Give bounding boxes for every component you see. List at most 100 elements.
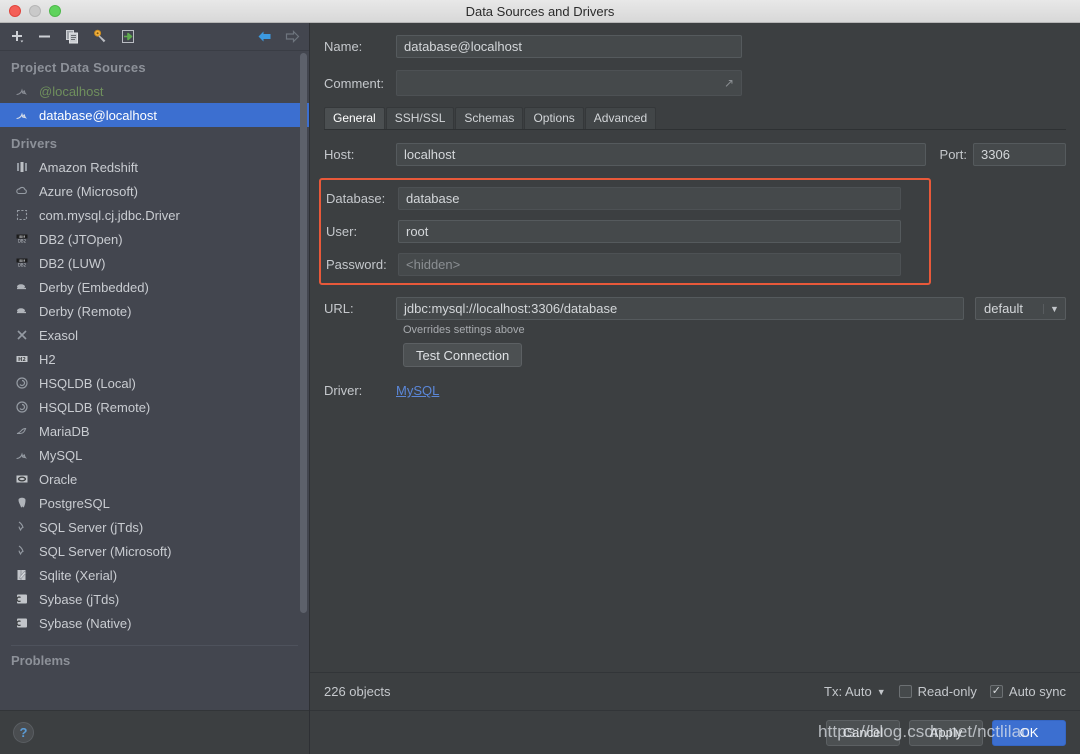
- overrides-note: Overrides settings above: [403, 324, 525, 336]
- driver-label: Amazon Redshift: [39, 159, 138, 175]
- name-label: Name:: [324, 39, 363, 54]
- database-input[interactable]: database: [398, 187, 901, 210]
- driver-label: SQL Server (jTds): [39, 519, 144, 535]
- sidebar-scrollbar-thumb[interactable]: [300, 53, 307, 613]
- comment-input[interactable]: ↗: [396, 70, 742, 96]
- window-title: Data Sources and Drivers: [465, 3, 615, 19]
- settings-tabs: General SSH/SSL Schemas Options Advanced: [324, 107, 1066, 130]
- db2-icon: IBM DB2: [14, 231, 30, 247]
- add-icon[interactable]: [8, 28, 25, 45]
- chevron-down-icon[interactable]: ▼: [877, 687, 886, 697]
- driver-label: MySQL: [39, 447, 83, 463]
- driver-item-exasol[interactable]: Exasol: [0, 323, 309, 347]
- mysql-dolphin-icon: [14, 83, 30, 99]
- driver-item-derby-embedded[interactable]: Derby (Embedded): [0, 275, 309, 299]
- driver-item-sqlite-xerial[interactable]: Sqlite (Xerial): [0, 563, 309, 587]
- remove-icon[interactable]: [36, 28, 53, 45]
- zoom-window-button[interactable]: [49, 5, 61, 17]
- drivers-header: Drivers: [11, 136, 58, 151]
- port-label: Port:: [939, 147, 967, 162]
- dialog-footer: Cancel Apply OK: [310, 710, 1080, 754]
- mysql-dolphin-icon: [14, 107, 30, 123]
- sidebar-item-localhost[interactable]: @localhost: [0, 79, 309, 103]
- driver-item-sql-server-microsoft[interactable]: SQL Server (Microsoft): [0, 539, 309, 563]
- svg-text:H2: H2: [18, 357, 26, 363]
- sidebar-item-database-localhost[interactable]: database@localhost: [0, 103, 309, 127]
- redshift-icon: [14, 159, 30, 175]
- mariadb-icon: [14, 423, 30, 439]
- exasol-icon: [14, 327, 30, 343]
- read-only-control[interactable]: ✓ Read-only: [898, 684, 977, 699]
- driver-item-derby-remote[interactable]: Derby (Remote): [0, 299, 309, 323]
- driver-item-h2[interactable]: H2 H2: [0, 347, 309, 371]
- sidebar-item-label: @localhost: [39, 83, 104, 99]
- generic-driver-icon: [14, 207, 30, 223]
- port-input[interactable]: 3306: [973, 143, 1066, 166]
- main-panel: Name: database@localhost Comment: ↗ Gene…: [310, 23, 1080, 754]
- driver-item-db2-jtopen[interactable]: IBM DB2 DB2 (JTOpen): [0, 227, 309, 251]
- import-icon[interactable]: [120, 28, 137, 45]
- driver-label: Derby (Remote): [39, 303, 132, 319]
- sqlserver-icon: [14, 519, 30, 535]
- driver-item-amazon-redshift[interactable]: Amazon Redshift: [0, 155, 309, 179]
- forward-arrow-icon[interactable]: [284, 28, 301, 45]
- driver-item-hsqldb-local[interactable]: HSQLDB (Local): [0, 371, 309, 395]
- driver-label: HSQLDB (Remote): [39, 399, 151, 415]
- ok-button[interactable]: OK: [992, 719, 1066, 746]
- read-only-checkbox[interactable]: ✓: [898, 685, 912, 698]
- back-arrow-icon[interactable]: [256, 28, 273, 45]
- tx-dropdown[interactable]: Tx: Auto ▼: [824, 684, 886, 699]
- name-row: Name: database@localhost: [324, 35, 1066, 58]
- user-row: User: root: [326, 220, 929, 243]
- url-input[interactable]: jdbc:mysql://localhost:3306/database: [396, 297, 964, 320]
- password-label: Password:: [326, 257, 387, 272]
- copy-icon[interactable]: [64, 28, 81, 45]
- sidebar-scrollbar[interactable]: [300, 53, 307, 708]
- driver-link[interactable]: MySQL: [396, 383, 439, 398]
- auto-sync-control[interactable]: ✓ Auto sync: [989, 684, 1066, 699]
- driver-label: Azure (Microsoft): [39, 183, 138, 199]
- chevron-down-icon[interactable]: ▼: [1043, 303, 1065, 314]
- driver-label: DB2 (LUW): [39, 255, 106, 271]
- driver-item-oracle[interactable]: Oracle: [0, 467, 309, 491]
- auto-sync-checkbox[interactable]: ✓: [989, 685, 1003, 698]
- test-connection-button[interactable]: Test Connection: [403, 343, 523, 367]
- driver-label: com.mysql.cj.jdbc.Driver: [39, 207, 180, 223]
- sidebar-item-label: database@localhost: [39, 107, 157, 123]
- postgresql-icon: [14, 495, 30, 511]
- minimize-window-button[interactable]: [29, 5, 41, 17]
- user-input[interactable]: root: [398, 220, 901, 243]
- tab-ssh-ssl[interactable]: SSH/SSL: [385, 107, 455, 129]
- azure-cloud-icon: [14, 183, 30, 199]
- driver-label: H2: [39, 351, 56, 367]
- tab-general[interactable]: General: [324, 107, 385, 129]
- host-input[interactable]: localhost: [396, 143, 926, 166]
- driver-item-azure-microsoft[interactable]: Azure (Microsoft): [0, 179, 309, 203]
- name-input[interactable]: database@localhost: [396, 35, 742, 58]
- driver-item-postgresql[interactable]: PostgreSQL: [0, 491, 309, 515]
- driver-item-com-mysql-cj-jdbc-driver[interactable]: com.mysql.cj.jdbc.Driver: [0, 203, 309, 227]
- expand-editor-icon[interactable]: ↗: [724, 76, 734, 90]
- problems-header: Problems: [11, 653, 71, 668]
- driver-item-hsqldb-remote[interactable]: HSQLDB (Remote): [0, 395, 309, 419]
- wrench-icon[interactable]: [92, 28, 109, 45]
- tab-schemas[interactable]: Schemas: [455, 107, 524, 129]
- cancel-button[interactable]: Cancel: [826, 719, 900, 746]
- password-input[interactable]: <hidden>: [398, 253, 901, 276]
- driver-item-sql-server-jtds[interactable]: SQL Server (jTds): [0, 515, 309, 539]
- sidebar-toolbar: [0, 23, 309, 51]
- driver-label: PostgreSQL: [39, 495, 110, 511]
- tab-advanced[interactable]: Advanced: [584, 107, 657, 129]
- driver-item-db2-luw[interactable]: IBM DB2 DB2 (LUW): [0, 251, 309, 275]
- tab-options[interactable]: Options: [524, 107, 584, 129]
- driver-item-sybase-jtds[interactable]: Sybase (jTds): [0, 587, 309, 611]
- driver-item-mariadb[interactable]: MariaDB: [0, 419, 309, 443]
- traffic-light-controls: [9, 5, 61, 17]
- driver-item-mysql[interactable]: MySQL: [0, 443, 309, 467]
- help-button[interactable]: ?: [13, 722, 34, 743]
- close-window-button[interactable]: [9, 5, 21, 17]
- apply-button[interactable]: Apply: [909, 719, 983, 746]
- driver-item-sybase-native[interactable]: Sybase (Native): [0, 611, 309, 635]
- url-mode-dropdown[interactable]: default ▼: [975, 297, 1066, 320]
- driver-label: MariaDB: [39, 423, 90, 439]
